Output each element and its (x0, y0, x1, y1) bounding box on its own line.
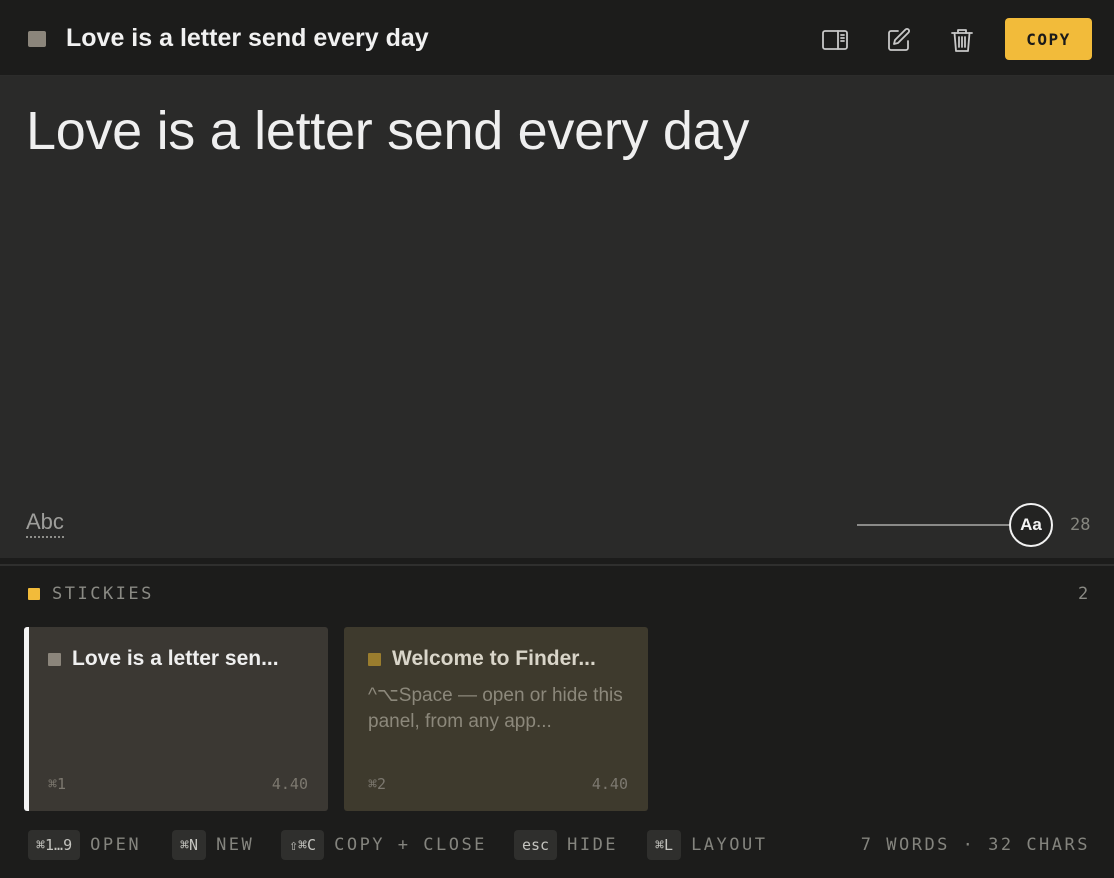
shortcut-label: NEW (216, 835, 255, 855)
font-size-value: 28 (1070, 515, 1091, 535)
sidebar-toggle-button[interactable] (817, 22, 853, 58)
editor-area[interactable]: Love is a letter send every day Abc Aa 2… (0, 76, 1114, 558)
card-preview: ^⌥Space — open or hide this panel, from … (368, 685, 623, 732)
shortcut-label: COPY + CLOSE (334, 835, 487, 855)
sticky-card[interactable]: Welcome to Finder... ^⌥Space — open or h… (344, 627, 648, 811)
card-title: Welcome to Finder... (392, 647, 596, 670)
sidebar-toggle-icon (822, 30, 848, 50)
stickies-section-label: STICKIES (52, 584, 154, 604)
panel-divider (0, 564, 1114, 566)
font-size-slider-track[interactable] (857, 524, 1012, 526)
card-color-swatch (368, 653, 381, 666)
shortcut-key: esc (514, 830, 558, 860)
edit-button[interactable] (881, 22, 917, 58)
card-time: 4.40 (271, 775, 308, 793)
shortcut-copy-close: ⇧⌘C COPY + CLOSE (281, 829, 487, 861)
shortcut-bar: ⌘1…9 OPEN ⌘N NEW ⇧⌘C COPY + CLOSE esc HI… (0, 829, 1114, 861)
card-shortcut: ⌘1 (48, 775, 67, 793)
stickies-color-swatch (28, 588, 40, 600)
edit-icon (888, 28, 910, 51)
card-title: Love is a letter sen... (72, 647, 279, 670)
note-title: Love is a letter send every day (66, 24, 429, 52)
shortcut-label: HIDE (567, 835, 619, 855)
copy-button[interactable]: COPY (1005, 18, 1092, 60)
header-bar: Love is a letter send every day COPY (0, 0, 1114, 76)
trash-icon (951, 29, 973, 52)
delete-button[interactable] (944, 22, 980, 58)
spellcheck-toggle[interactable]: Abc (26, 510, 64, 538)
stickies-count: 2 (1078, 584, 1089, 604)
word-char-count: 7 WORDS · 32 CHARS (860, 835, 1090, 855)
card-time: 4.40 (591, 775, 628, 793)
shortcut-key: ⇧⌘C (281, 830, 325, 860)
color-swatch[interactable] (28, 31, 46, 47)
shortcut-key: ⌘L (647, 830, 682, 860)
shortcut-open: ⌘1…9 OPEN (28, 829, 141, 861)
shortcut-layout: ⌘L LAYOUT (647, 829, 767, 861)
shortcut-key: ⌘1…9 (28, 830, 81, 860)
shortcut-label: OPEN (90, 835, 142, 855)
sticky-card[interactable]: Love is a letter sen... ⌘1 4.40 (24, 627, 328, 811)
shortcut-new: ⌘N NEW (172, 829, 254, 861)
card-shortcut: ⌘2 (368, 775, 387, 793)
shortcut-hide: esc HIDE (514, 829, 618, 861)
shortcut-key: ⌘N (172, 830, 207, 860)
editor-content[interactable]: Love is a letter send every day (26, 100, 749, 162)
card-color-swatch (48, 653, 61, 666)
font-size-slider-knob[interactable]: Aa (1009, 503, 1053, 547)
shortcut-label: LAYOUT (691, 835, 768, 855)
